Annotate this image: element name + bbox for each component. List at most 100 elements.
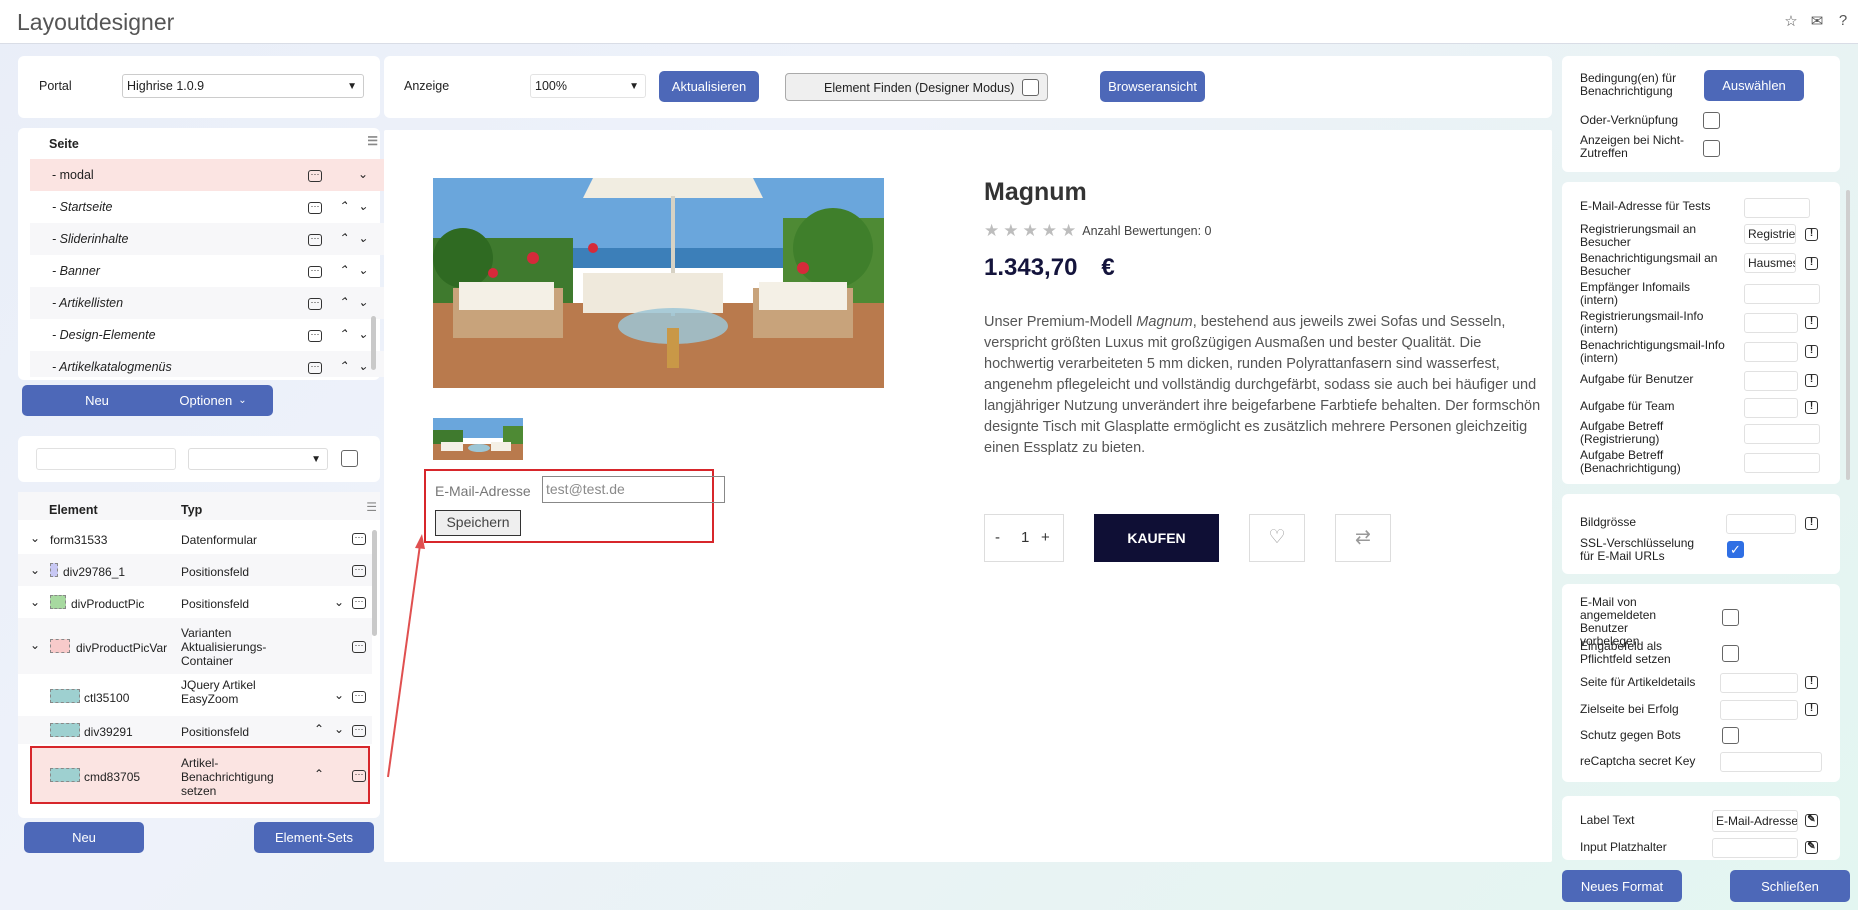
element-search-input[interactable] (36, 448, 176, 470)
chevron-down-icon[interactable]: ⌄ (358, 231, 368, 245)
help-icon[interactable]: ? (1834, 12, 1852, 30)
info-icon[interactable]: ! (1805, 374, 1818, 387)
article-page-input[interactable] (1720, 673, 1798, 693)
bots-checkbox[interactable] (1722, 727, 1739, 744)
task-subject-reg-input[interactable] (1744, 424, 1820, 444)
select-conditions-button[interactable]: Auswählen (1704, 70, 1804, 101)
ssl-checkbox[interactable]: ✓ (1727, 541, 1744, 558)
elements-scrollbar[interactable] (372, 530, 377, 636)
element-row-form31533[interactable]: ⌄ form31533 Datenformular ··· (18, 522, 372, 554)
chevron-up-icon[interactable]: ⌃ (338, 231, 348, 245)
page-item-artikellisten[interactable]: - Artikellisten ··· ⌃ ⌄ (30, 287, 384, 319)
chevron-up-icon[interactable]: ⌃ (338, 295, 348, 309)
element-row-div39291[interactable]: div39291 Positionsfeld ⌃ ⌄ ··· (18, 716, 372, 744)
props-scrollbar[interactable] (1846, 190, 1850, 480)
info-icon[interactable]: ! (1805, 228, 1818, 241)
page-item-startseite[interactable]: - Startseite ··· ⌃ ⌄ (30, 191, 384, 223)
new-format-button[interactable]: Neues Format (1562, 870, 1682, 902)
element-filter-checkbox[interactable] (341, 450, 358, 467)
prefill-checkbox[interactable] (1722, 609, 1739, 626)
compare-icon[interactable]: ⇄ (1335, 514, 1391, 562)
page-item-banner[interactable]: - Banner ··· ⌃ ⌄ (30, 255, 384, 287)
placeholder-input[interactable] (1712, 838, 1798, 858)
chevron-down-icon[interactable]: ⌄ (334, 688, 344, 702)
image-size-input[interactable] (1726, 514, 1796, 534)
close-button[interactable]: Schließen (1730, 870, 1850, 902)
task-subject-notify-input[interactable] (1744, 453, 1820, 473)
chevron-down-icon[interactable]: ⌄ (358, 327, 368, 341)
chevron-up-icon[interactable]: ⌃ (338, 327, 348, 341)
more-icon[interactable]: ··· (308, 266, 322, 278)
chevron-down-icon[interactable]: ⌄ (358, 167, 368, 181)
new-page-button[interactable]: Neu (22, 385, 172, 416)
translate-icon[interactable]: ✎ (1805, 841, 1818, 854)
success-page-input[interactable] (1720, 700, 1798, 720)
recaptcha-input[interactable] (1720, 752, 1822, 772)
buy-button[interactable]: KAUFEN (1094, 514, 1219, 562)
page-options-button[interactable]: Optionen ⌄ (153, 385, 273, 416)
element-row-cmd83705[interactable]: cmd83705 Artikel-Benachrichtigung setzen… (30, 746, 370, 804)
chevron-down-icon[interactable]: ⌄ (334, 722, 344, 736)
portal-select[interactable]: Highrise 1.0.9 ▼ (122, 74, 364, 98)
qty-minus[interactable]: - (995, 529, 1000, 546)
more-icon[interactable]: ··· (352, 770, 366, 782)
page-item-modal[interactable]: - modal ··· ⌄ (30, 159, 384, 191)
quantity-stepper[interactable]: - 1 + (984, 514, 1064, 562)
chevron-down-icon[interactable]: ⌄ (30, 638, 40, 652)
info-icon[interactable]: ! (1805, 401, 1818, 414)
chevron-up-icon[interactable]: ⌃ (314, 722, 324, 736)
chevron-up-icon[interactable]: ⌃ (338, 359, 348, 373)
page-item-sliderinhalte[interactable]: - Sliderinhalte ··· ⌃ ⌄ (30, 223, 384, 255)
info-icon[interactable]: ! (1805, 316, 1818, 329)
info-icon[interactable]: ! (1805, 257, 1818, 270)
refresh-button[interactable]: Aktualisieren (659, 71, 759, 102)
new-element-button[interactable]: Neu (24, 822, 144, 853)
info-recipients-input[interactable] (1744, 284, 1820, 304)
chevron-down-icon[interactable]: ⌄ (358, 263, 368, 277)
more-icon[interactable]: ··· (352, 691, 366, 703)
chevron-down-icon[interactable]: ⌄ (30, 595, 40, 609)
info-icon[interactable]: ! (1805, 345, 1818, 358)
more-icon[interactable]: ··· (352, 597, 366, 609)
chevron-down-icon[interactable]: ⌄ (30, 531, 40, 545)
browser-view-button[interactable]: Browseransicht (1100, 71, 1205, 102)
element-row-divproductpic[interactable]: ⌄ divProductPic Positionsfeld ⌄ ··· (18, 586, 372, 618)
show-nonmatch-checkbox[interactable] (1703, 140, 1720, 157)
test-email-input[interactable] (1744, 198, 1810, 218)
chevron-down-icon[interactable]: ⌄ (30, 563, 40, 577)
more-icon[interactable]: ··· (308, 202, 322, 214)
element-sets-button[interactable]: Element-Sets (254, 822, 374, 853)
chevron-down-icon[interactable]: ⌄ (358, 295, 368, 309)
team-task-input[interactable] (1744, 398, 1798, 418)
find-element-toggle[interactable]: Element Finden (Designer Modus) (785, 73, 1048, 101)
reg-mail-input[interactable]: Registrie (1744, 224, 1796, 244)
more-icon[interactable]: ··· (352, 725, 366, 737)
more-icon[interactable]: ··· (308, 298, 322, 310)
page-item-artikelkatalogmenues[interactable]: - Artikelkatalogmenüs ··· ⌃ ⌄ (30, 351, 384, 377)
mail-icon[interactable]: ✉ (1808, 12, 1826, 30)
more-icon[interactable]: ··· (308, 362, 322, 374)
element-type-select[interactable]: ▼ (188, 448, 328, 470)
page-item-design-elemente[interactable]: - Design-Elemente ··· ⌃ ⌄ (30, 319, 384, 351)
label-text-input[interactable]: E-Mail-Adresse (1712, 810, 1798, 832)
chevron-up-icon[interactable]: ⌃ (338, 263, 348, 277)
info-icon[interactable]: ! (1805, 676, 1818, 689)
qty-plus[interactable]: + (1041, 529, 1050, 546)
more-icon[interactable]: ··· (352, 565, 366, 577)
chevron-down-icon[interactable]: ⌄ (358, 199, 368, 213)
required-checkbox[interactable] (1722, 645, 1739, 662)
chevron-up-icon[interactable]: ⌃ (338, 199, 348, 213)
element-row-divproductpicvar[interactable]: ⌄ divProductPicVar Varianten Aktualisier… (18, 618, 372, 674)
zoom-select[interactable]: 100% ▼ (530, 74, 646, 98)
find-element-checkbox[interactable] (1022, 79, 1039, 96)
or-link-checkbox[interactable] (1703, 112, 1720, 129)
element-row-ctl35100[interactable]: ctl35100 JQuery Artikel EasyZoom ⌄ ··· (18, 674, 372, 716)
info-icon[interactable]: ! (1805, 703, 1818, 716)
more-icon[interactable]: ··· (352, 533, 366, 545)
element-row-div29786[interactable]: ⌄ div29786_1 Positionsfeld ··· (18, 554, 372, 586)
chevron-up-icon[interactable]: ⌃ (314, 767, 324, 781)
user-task-input[interactable] (1744, 371, 1798, 391)
chevron-down-icon[interactable]: ⌄ (334, 595, 344, 609)
more-icon[interactable]: ··· (308, 170, 322, 182)
notify-mail-info-input[interactable] (1744, 342, 1798, 362)
